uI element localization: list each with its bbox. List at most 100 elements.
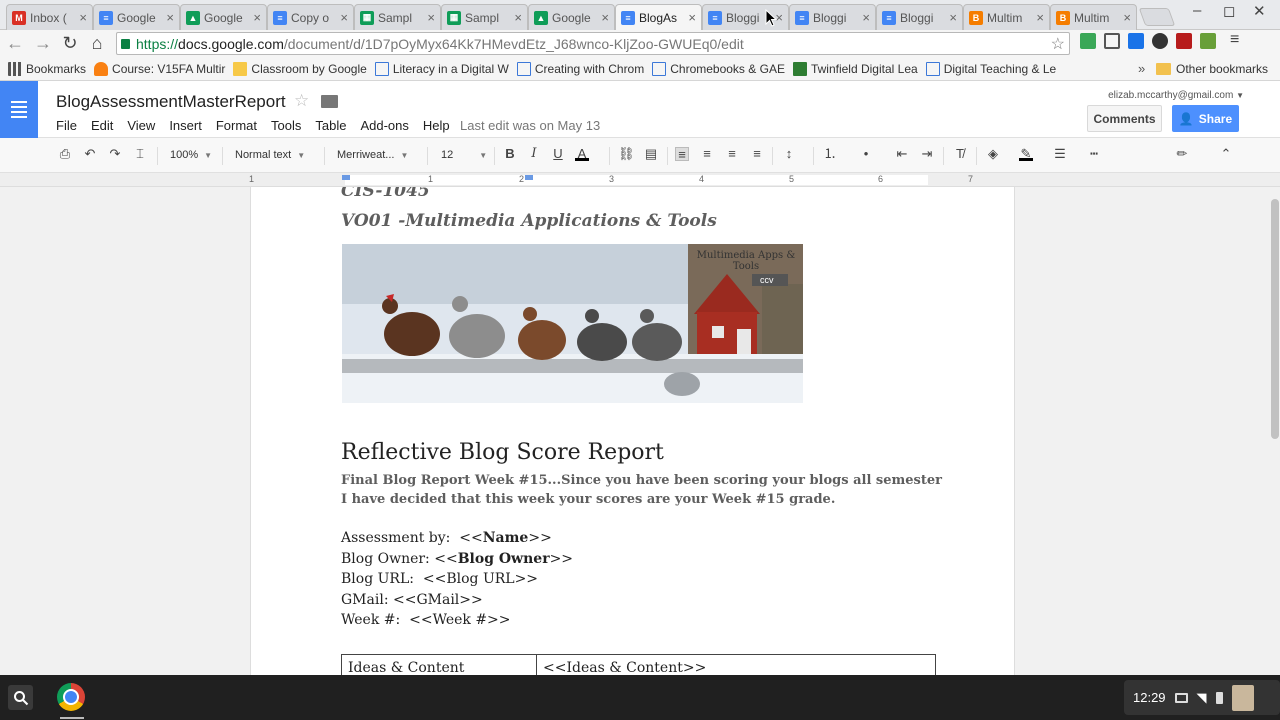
banner-image[interactable]: Multimedia Apps & Tools ccv [342,244,803,403]
browser-tab[interactable]: ▦ Sampl × [441,4,528,30]
browser-tab[interactable]: ▲ Google × [180,4,267,30]
comments-button[interactable]: Comments [1087,105,1162,132]
menu-file[interactable]: File [56,118,77,133]
document-title[interactable]: BlogAssessmentMasterReport [56,92,286,112]
chrome-menu-icon[interactable]: ≡ [1230,32,1246,49]
insert-comment-icon[interactable]: ▤ [644,147,658,161]
move-to-folder-icon[interactable] [321,95,338,108]
bold-icon[interactable]: B [503,147,517,161]
close-tab-icon[interactable]: × [166,10,174,25]
bookmarks-overflow[interactable]: » [1138,61,1145,76]
menu-tools[interactable]: Tools [271,118,301,133]
bookmark-item[interactable]: Literacy in a Digital W [374,61,509,76]
scrollbar-thumb[interactable] [1271,199,1279,439]
document-page[interactable]: CIS-1045 VO01 -Multimedia Applications &… [250,187,1015,675]
cast-icon[interactable] [1104,33,1120,49]
border-dash-icon[interactable]: ┅ [1087,147,1101,161]
browser-tab[interactable]: ≡ Copy o × [267,4,354,30]
bookmark-item[interactable]: Bookmarks [8,61,86,76]
browser-tab[interactable]: M Inbox (× [6,4,93,30]
extension-green-icon[interactable] [1200,33,1216,49]
table-cell-value[interactable]: <<Ideas & Content>> [537,655,712,675]
bookmark-item[interactable]: Chromebooks & GAE [652,61,785,76]
style-select[interactable]: Normal text ▼ [235,146,305,164]
close-tab-icon[interactable]: × [949,10,957,25]
close-tab-icon[interactable]: × [601,10,609,25]
font-size-select[interactable]: 12 ▼ [441,146,487,164]
browser-tab[interactable]: ≡ Bloggi × [789,4,876,30]
indent-marker-icon[interactable] [342,175,350,180]
menu-edit[interactable]: Edit [91,118,113,133]
close-tab-icon[interactable]: × [862,10,870,25]
bookmark-item[interactable]: Course: V15FA Multir [94,61,225,76]
share-button[interactable]: 👤 Share [1172,105,1239,132]
browser-tab[interactable]: ≡ Google × [93,4,180,30]
collapse-menu-icon[interactable]: ⌃ [1219,147,1233,161]
bookmark-star-icon[interactable]: ☆ [1051,34,1065,54]
score-table-row[interactable]: Ideas & Content <<Ideas & Content>> [341,654,936,675]
new-tab-button[interactable] [1138,8,1176,26]
close-window-icon[interactable]: ✕ [1253,2,1266,20]
menu-view[interactable]: View [127,118,155,133]
reload-icon[interactable]: ↻ [57,33,83,54]
maximize-icon[interactable]: ◻ [1223,2,1235,20]
clear-formatting-icon[interactable]: T̸ [953,147,967,161]
minimize-icon[interactable]: ‒ [1193,2,1201,19]
justify-icon[interactable]: ≡ [750,147,764,161]
paint-format-icon[interactable]: ⌶ [133,147,147,161]
extension-s-icon[interactable] [1128,33,1144,49]
browser-tab[interactable]: B Multim × [963,4,1050,30]
close-tab-icon[interactable]: × [253,10,261,25]
align-center-icon[interactable]: ≡ [700,147,714,161]
underline-icon[interactable]: U [551,147,565,161]
border-width-icon[interactable]: ☰ [1053,147,1067,161]
star-icon[interactable]: ☆ [294,91,309,111]
browser-tab[interactable]: ≡ Bloggi × [876,4,963,30]
extension-circle-icon[interactable] [1152,33,1168,49]
ruler[interactable]: 1 1 2 3 4 5 6 7 [0,173,1280,187]
chrome-app-icon[interactable] [57,683,85,711]
close-tab-icon[interactable]: × [79,10,87,25]
bookmark-item[interactable]: Twinfield Digital Lea [792,61,918,76]
bulleted-list-icon[interactable]: • [859,147,873,161]
launcher-search-icon[interactable] [8,685,33,710]
bookmark-item[interactable]: Creating with Chrom [516,61,644,76]
browser-tab[interactable]: ▦ Sampl × [354,4,441,30]
browser-tab[interactable]: ≡ BlogAs × [615,4,702,30]
bookmark-item[interactable]: Digital Teaching & Le [925,61,1056,76]
close-tab-icon[interactable]: × [1123,10,1131,25]
page-scrollbar[interactable] [1270,187,1280,675]
menu-table[interactable]: Table [315,118,346,133]
line-spacing-icon[interactable]: ↕ [782,147,796,161]
account-switcher[interactable]: elizab.mccarthy@gmail.com ▼ [1108,90,1244,101]
italic-icon[interactable]: I [527,147,541,161]
decrease-indent-icon[interactable]: ⇤ [895,147,909,161]
forward-icon[interactable]: → [30,33,56,54]
increase-indent-icon[interactable]: ⇥ [920,147,934,161]
browser-tab[interactable]: ▲ Google × [528,4,615,30]
numbered-list-icon[interactable]: ⒈ [823,147,837,161]
url-bar[interactable]: https://docs.google.com/document/d/1D7pO… [116,32,1070,55]
extension-icon[interactable] [1080,33,1096,49]
border-color-icon[interactable]: ✎ [1019,147,1033,161]
close-tab-icon[interactable]: × [340,10,348,25]
align-right-icon[interactable]: ≡ [725,147,739,161]
tab-stop-icon[interactable] [525,175,533,180]
menu-help[interactable]: Help [423,118,450,133]
print-icon[interactable]: ⎙ [58,147,72,161]
editing-mode-icon[interactable]: ✏ [1175,147,1189,161]
menu-format[interactable]: Format [216,118,257,133]
other-bookmarks[interactable]: Other bookmarks [1156,62,1268,76]
bookmark-item[interactable]: Classroom by Google [233,61,367,76]
back-icon[interactable]: ← [2,33,28,54]
link-icon[interactable]: ⛓ [618,147,635,161]
close-tab-icon[interactable]: × [1036,10,1044,25]
font-select[interactable]: Merriweat... ▼ [337,146,408,164]
last-edit-link[interactable]: Last edit was on May 13 [460,118,600,133]
docs-home-icon[interactable] [0,81,38,138]
redo-icon[interactable]: ↷ [108,147,122,161]
home-icon[interactable]: ⌂ [84,33,110,54]
text-color-icon[interactable]: A [575,147,589,161]
extension-film-icon[interactable] [1176,33,1192,49]
close-tab-icon[interactable]: × [427,10,435,25]
